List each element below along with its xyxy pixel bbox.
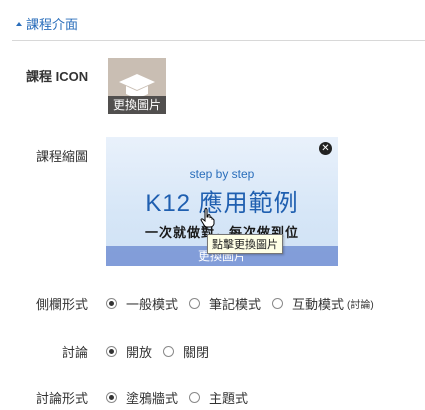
radio-option-wall[interactable]: 塗鴉牆式 — [106, 388, 178, 407]
radio-button[interactable] — [189, 298, 201, 309]
sidebar-mode-label: 側欄形式 — [36, 297, 89, 312]
tooltip: 點擊更換圖片 — [207, 234, 283, 254]
section-header[interactable]: 課程介面 — [16, 14, 78, 33]
course-thumbnail-label: 課程縮圖 — [36, 149, 89, 164]
course-icon-preview[interactable]: 更換圖片 — [108, 58, 166, 114]
radio-option-notes[interactable]: 筆記模式 — [189, 294, 261, 313]
radio-button[interactable] — [106, 392, 117, 403]
discussion-style-label: 討論形式 — [36, 391, 89, 406]
radio-option-topic[interactable]: 主題式 — [189, 388, 248, 407]
radio-option-normal[interactable]: 一般模式 — [106, 294, 178, 313]
radio-label: 開放 — [126, 345, 153, 360]
radio-label: 塗鴉牆式 — [126, 391, 179, 406]
sidebar-mode-group: 一般模式 筆記模式 互動模式 (討論) — [106, 294, 385, 313]
radio-button[interactable] — [106, 346, 117, 357]
radio-label: 關閉 — [183, 345, 210, 360]
discussion-style-group: 塗鴉牆式 主題式 — [106, 388, 259, 407]
collapse-caret-icon[interactable] — [16, 21, 22, 26]
radio-label: 一般模式 — [126, 297, 179, 312]
section-divider — [12, 40, 425, 41]
radio-button[interactable] — [106, 298, 117, 309]
radio-option-open[interactable]: 開放 — [106, 342, 152, 361]
radio-option-closed[interactable]: 關閉 — [163, 342, 209, 361]
radio-note: (討論) — [347, 300, 374, 311]
radio-label: 筆記模式 — [209, 297, 262, 312]
course-icon-label: 課程 ICON — [26, 69, 89, 84]
radio-label: 互動模式 — [292, 297, 345, 312]
discussion-label: 討論 — [62, 345, 89, 360]
section-title: 課程介面 — [26, 17, 79, 32]
remove-thumbnail-icon[interactable]: ✕ — [319, 142, 332, 155]
radio-button[interactable] — [163, 346, 175, 357]
change-icon-button[interactable]: 更換圖片 — [108, 96, 166, 114]
radio-label: 主題式 — [209, 391, 249, 406]
radio-button[interactable] — [272, 298, 284, 309]
thumbnail-step-text: step by step — [189, 167, 255, 181]
discussion-group: 開放 關閉 — [106, 342, 220, 361]
radio-option-interactive[interactable]: 互動模式 (討論) — [272, 294, 374, 313]
hand-pointer-icon — [200, 208, 215, 228]
radio-button[interactable] — [189, 392, 201, 403]
thumbnail-title-text: K12 應用範例 — [145, 190, 299, 217]
